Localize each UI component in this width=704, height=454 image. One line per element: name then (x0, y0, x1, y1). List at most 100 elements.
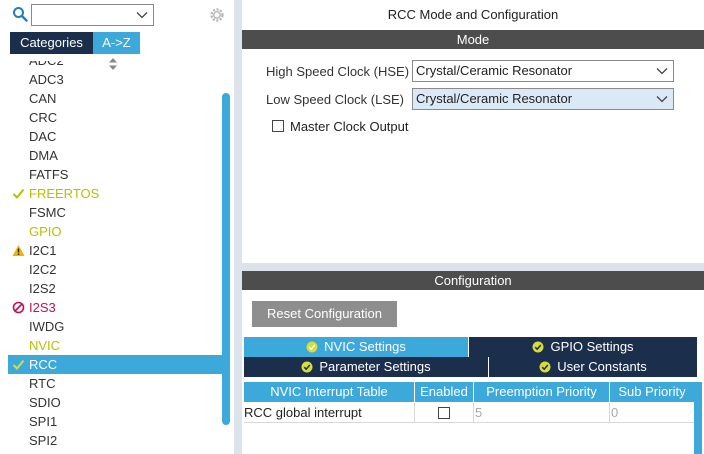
search-input[interactable] (31, 4, 154, 26)
list-item[interactable]: I2S3 (8, 298, 226, 317)
search-icon[interactable] (12, 6, 28, 22)
list-item-label: SDIO (29, 395, 61, 410)
configuration-header: Configuration (242, 271, 704, 290)
warning-icon (12, 245, 25, 256)
list-item-label: DMA (29, 148, 58, 163)
list-item[interactable]: I2S2 (8, 279, 226, 298)
check-circle-icon (539, 361, 551, 373)
lse-label: Low Speed Clock (LSE) (266, 91, 405, 107)
list-item[interactable]: SPI2 (8, 431, 226, 450)
check-circle-icon (532, 341, 544, 353)
gear-icon[interactable] (208, 6, 226, 24)
view-tabs: Categories A->Z (10, 32, 140, 54)
mode-section: High Speed Clock (HSE) Crystal/Ceramic R… (242, 49, 704, 263)
right-panel: RCC Mode and Configuration Mode High Spe… (242, 0, 704, 454)
configuration-section: Reset Configuration NVIC Settings GPIO S… (242, 290, 704, 454)
list-item-label: NVIC (29, 338, 61, 353)
list-item-label: I2S3 (29, 300, 56, 315)
tab-nvic-settings[interactable]: NVIC Settings (244, 337, 468, 357)
panel-divider[interactable] (234, 0, 242, 454)
list-item-label: I2S2 (29, 281, 56, 296)
column-header-sub-priority[interactable]: Sub Priority (610, 382, 694, 402)
enabled-cell (415, 403, 473, 423)
tab-gpio-settings[interactable]: GPIO Settings (469, 337, 697, 357)
tab-parameter-settings[interactable]: Parameter Settings (244, 357, 488, 377)
list-item[interactable]: FSMC (8, 203, 226, 222)
hse-label: High Speed Clock (HSE) (266, 63, 410, 79)
disabled-icon (12, 301, 25, 314)
list-item[interactable]: IWDG (8, 317, 226, 336)
tab-gpio-settings-label: GPIO Settings (550, 339, 634, 354)
list-item[interactable]: FATFS (8, 165, 226, 184)
check-icon (12, 188, 25, 199)
list-item[interactable]: I2C2 (8, 260, 226, 279)
enabled-checkbox[interactable] (438, 407, 450, 419)
list-item-label: CAN (29, 91, 57, 106)
master-clock-output-checkbox[interactable] (272, 120, 284, 132)
section-splitter[interactable] (242, 263, 704, 271)
tab-user-constants-label: User Constants (557, 359, 647, 374)
column-header-nvic-interrupt-table[interactable]: NVIC Interrupt Table (244, 382, 414, 402)
tab-user-constants[interactable]: User Constants (489, 357, 697, 377)
list-item-label: IWDG (29, 319, 65, 334)
preemption-priority-cell[interactable]: 5 (474, 403, 609, 423)
master-clock-output-row: Master Clock Output (272, 118, 409, 134)
list-item-label: I2C1 (29, 243, 57, 258)
list-item[interactable]: DMA (8, 146, 226, 165)
list-item[interactable]: CAN (8, 89, 226, 108)
hse-row: High Speed Clock (HSE) Crystal/Ceramic R… (266, 60, 674, 82)
search-row (0, 0, 234, 30)
nvic-interrupt-table: NVIC Interrupt Table Enabled Preemption … (244, 382, 702, 454)
list-item[interactable]: GPIO (8, 222, 226, 241)
tab-categories[interactable]: Categories (10, 32, 93, 54)
list-item[interactable]: FREERTOS (8, 184, 226, 203)
interrupt-name-cell: RCC global interrupt (244, 403, 414, 423)
list-item[interactable]: ADC2 (8, 61, 226, 70)
left-panel: Categories A->Z ADC2 ADC3 CAN CRC DAC DMA FATF… (0, 0, 234, 454)
sub-priority-cell[interactable]: 0 (610, 403, 694, 423)
list-item[interactable]: I2C1 (8, 241, 226, 260)
lse-row: Low Speed Clock (LSE) Crystal/Ceramic Re… (266, 88, 674, 110)
mode-header: Mode (242, 30, 704, 49)
list-item-label: RTC (29, 376, 56, 391)
lse-select[interactable]: Crystal/Ceramic Resonator (412, 88, 674, 110)
hse-select[interactable]: Crystal/Ceramic Resonator (412, 60, 674, 82)
list-item-label: GPIO (29, 224, 62, 239)
chevron-down-icon[interactable] (655, 64, 669, 78)
column-header-preemption-priority[interactable]: Preemption Priority (474, 382, 609, 402)
master-clock-output-label: Master Clock Output (290, 118, 409, 134)
list-item-label: ADC3 (29, 72, 64, 87)
chevron-down-icon[interactable] (135, 8, 149, 22)
list-item-label: DAC (29, 129, 57, 144)
table-scrollbar[interactable] (694, 382, 702, 454)
list-item-label: RCC (29, 357, 58, 372)
list-item[interactable]: ADC3 (8, 70, 226, 89)
tab-parameter-settings-label: Parameter Settings (319, 359, 431, 374)
tab-nvic-settings-label: NVIC Settings (324, 339, 406, 354)
list-item[interactable]: DAC (8, 127, 226, 146)
column-header-enabled[interactable]: Enabled (415, 382, 473, 402)
reset-configuration-button[interactable]: Reset Configuration (252, 301, 397, 327)
list-item-label: I2C2 (29, 262, 57, 277)
list-item-label: CRC (29, 110, 58, 125)
list-item[interactable]: RTC (8, 374, 226, 393)
hse-select-value: Crystal/Ceramic Resonator (416, 63, 573, 78)
list-item-label: SPI1 (29, 414, 58, 429)
tab-a-to-z[interactable]: A->Z (93, 32, 140, 54)
check-circle-icon (306, 341, 318, 353)
list-item[interactable]: SPI1 (8, 412, 226, 431)
chevron-down-icon[interactable] (655, 92, 669, 106)
lse-select-value: Crystal/Ceramic Resonator (416, 91, 573, 106)
list-item-label: FSMC (29, 205, 66, 220)
list-item-label: SPI2 (29, 433, 58, 448)
peripheral-list: ADC2 ADC3 CAN CRC DAC DMA FATFS FREERTOS FSMC GPI… (8, 61, 226, 454)
check-circle-icon (301, 361, 313, 373)
list-item[interactable]: NVIC (8, 336, 226, 355)
list-item[interactable]: SDIO (8, 393, 226, 412)
list-scrollbar[interactable] (222, 93, 230, 425)
check-icon (12, 359, 25, 370)
list-item[interactable]: RCC (8, 355, 226, 374)
list-item[interactable]: CRC (8, 108, 226, 127)
list-item-label: ADC2 (29, 61, 64, 68)
list-item-label: FREERTOS (29, 186, 100, 201)
